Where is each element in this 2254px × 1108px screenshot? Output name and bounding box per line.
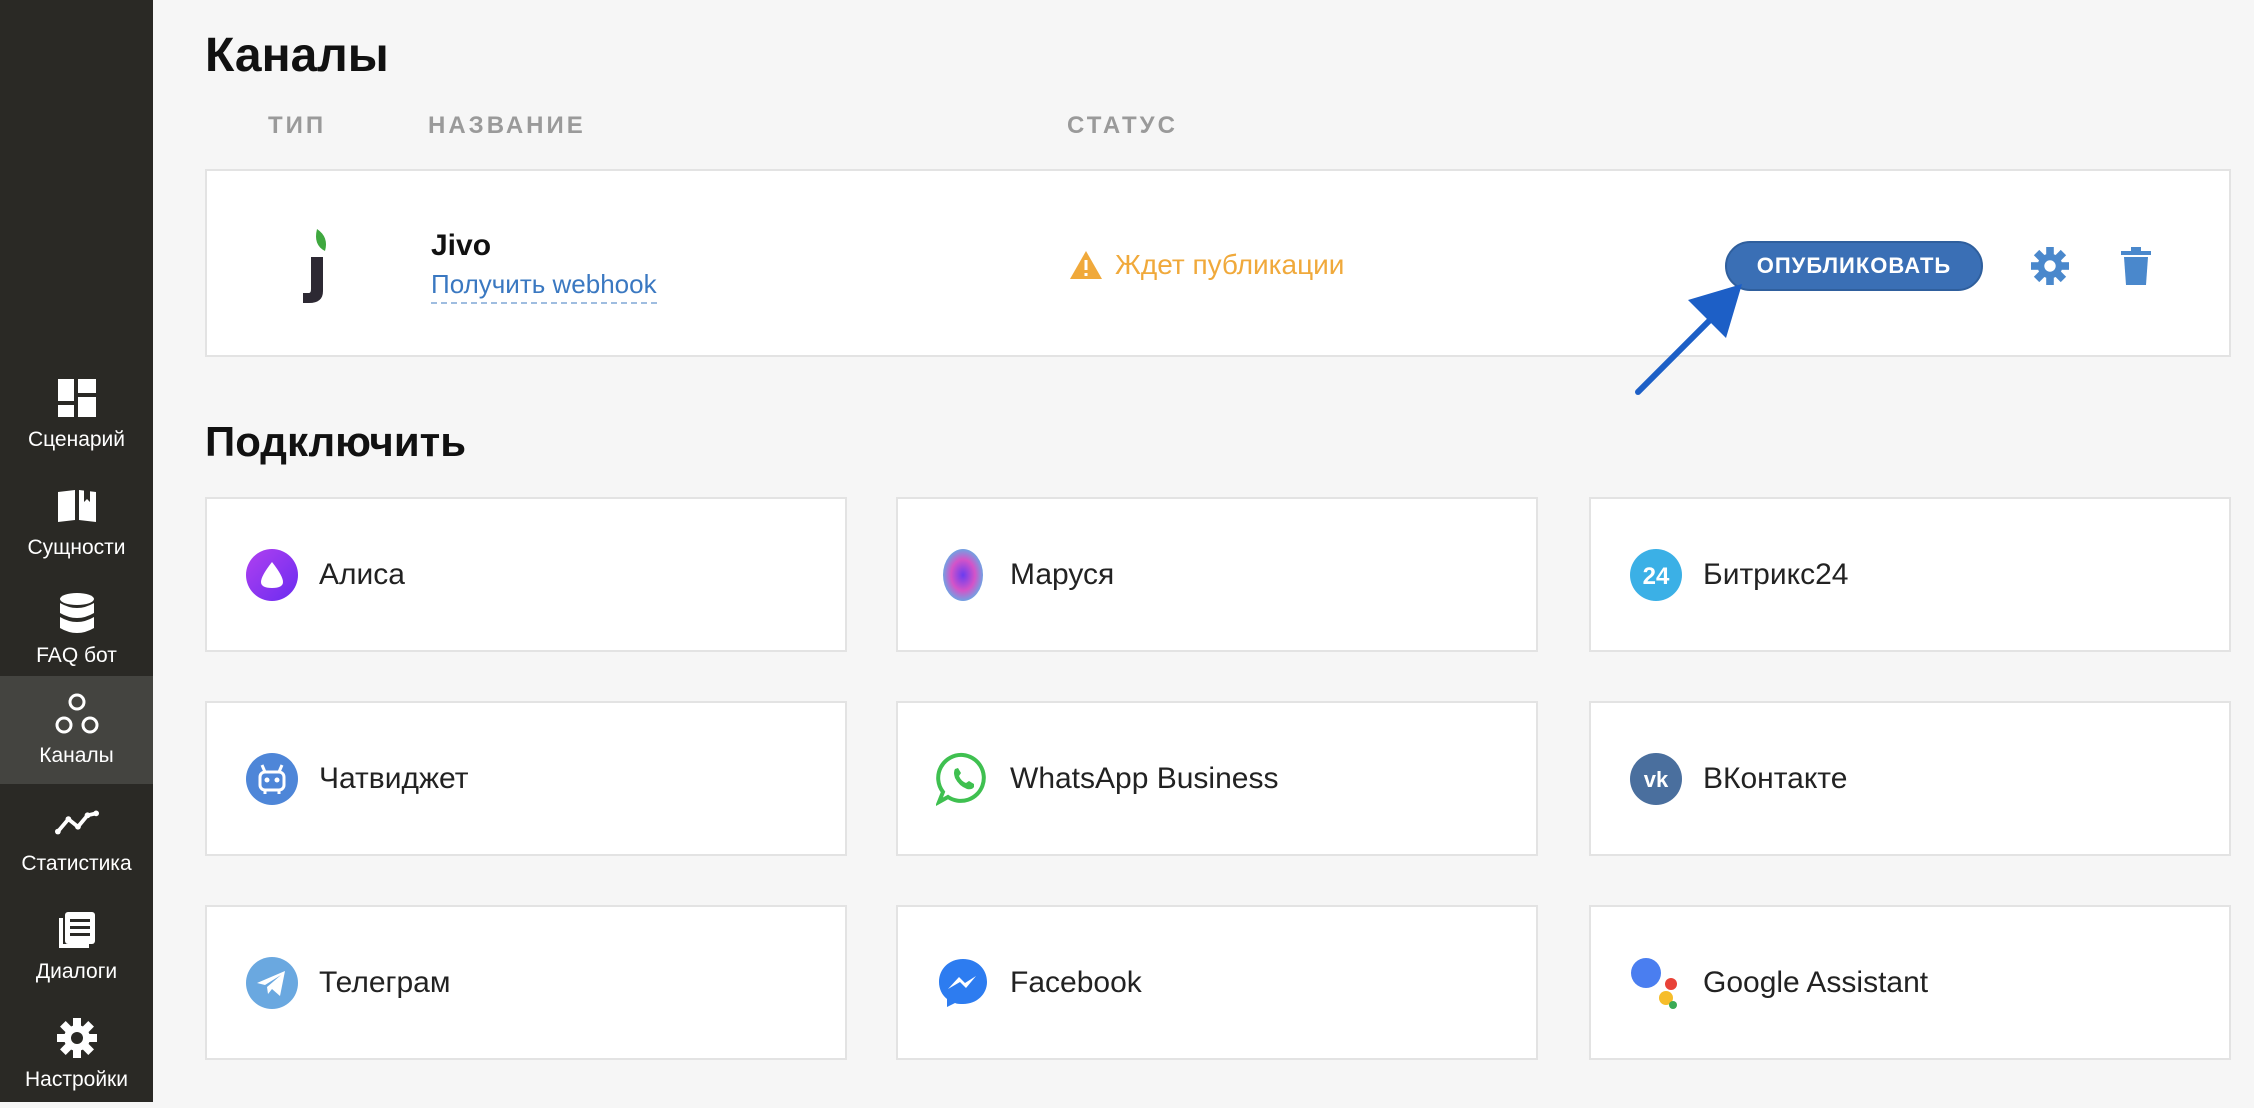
sidebar-item-entities[interactable]: Сущности	[0, 468, 153, 576]
card-label: Маруся	[1010, 557, 1115, 591]
publish-button[interactable]: ОПУБЛИКОВАТЬ	[1725, 241, 1983, 291]
page-title: Каналы	[205, 29, 389, 82]
sidebar-item-dialogs[interactable]: Диалоги	[0, 892, 153, 1000]
delete-trash-icon[interactable]	[2121, 247, 2151, 290]
card-label: WhatsApp Business	[1010, 761, 1279, 795]
channel-name: Jivo	[431, 229, 492, 262]
marusya-icon	[936, 548, 990, 602]
channel-status: Ждет публикации	[1069, 249, 1344, 281]
sidebar-item-label: Сценарий	[27, 428, 126, 451]
gear-icon	[55, 1016, 99, 1060]
book-icon	[55, 484, 99, 528]
chatwidget-icon	[245, 752, 299, 806]
sidebar-item-statistics[interactable]: Статистика	[0, 784, 153, 892]
connect-card-google-assistant[interactable]: Google Assistant	[1589, 905, 2231, 1060]
alice-icon	[245, 548, 299, 602]
card-label: Алиса	[319, 557, 405, 591]
card-label: Телеграм	[319, 965, 451, 999]
card-label: Google Assistant	[1703, 965, 1929, 999]
svg-text:vk: vk	[1644, 767, 1669, 792]
warning-icon	[1070, 251, 1102, 279]
sidebar-item-label: Настройки	[25, 1068, 128, 1091]
connect-card-bitrix24[interactable]: 24 Битрикс24	[1589, 497, 2231, 652]
sidebar: Сценарий Сущности FAQ бот Каналы Статист…	[0, 0, 153, 1102]
bitrix24-icon: 24	[1629, 548, 1683, 602]
sidebar-item-label: Диалоги	[35, 960, 118, 983]
sidebar-item-label: FAQ бот	[36, 644, 117, 667]
status-text: Ждет публикации	[1115, 249, 1345, 280]
annotation-arrow-icon	[1630, 280, 1760, 405]
channels-icon	[55, 692, 99, 736]
connect-card-telegram[interactable]: Телеграм	[205, 905, 847, 1060]
column-header-name: НАЗВАНИЕ	[428, 112, 586, 139]
dashboard-icon	[55, 376, 99, 420]
connect-card-chatwidget[interactable]: Чатвиджет	[205, 701, 847, 856]
dialogs-icon	[55, 908, 99, 952]
get-webhook-link[interactable]: Получить webhook	[431, 269, 657, 304]
channel-settings-gear-icon[interactable]	[2031, 247, 2069, 290]
connect-card-whatsapp[interactable]: WhatsApp Business	[896, 701, 1538, 856]
connect-card-marusya[interactable]: Маруся	[896, 497, 1538, 652]
connect-section-title: Подключить	[205, 418, 467, 465]
whatsapp-icon	[936, 752, 990, 806]
connect-card-facebook[interactable]: Facebook	[896, 905, 1538, 1060]
jivo-logo-icon	[295, 229, 341, 305]
sidebar-item-label: Каналы	[39, 744, 114, 767]
svg-text:24: 24	[1643, 563, 1670, 590]
sidebar-item-channels[interactable]: Каналы	[0, 676, 153, 784]
messenger-icon	[936, 956, 990, 1010]
sidebar-item-settings[interactable]: Настройки	[0, 1000, 153, 1108]
channel-row-jivo: Jivo Получить webhook Ждет публикации ОП…	[205, 169, 2231, 357]
sidebar-item-faq-bot[interactable]: FAQ бот	[0, 576, 153, 684]
database-icon	[55, 592, 99, 636]
card-label: ВКонтакте	[1703, 761, 1848, 795]
card-label: Facebook	[1010, 965, 1142, 999]
column-header-status: СТАТУС	[1067, 112, 1178, 139]
sidebar-item-label: Сущности	[27, 536, 126, 559]
google-assistant-icon	[1629, 956, 1683, 1010]
connect-card-alice[interactable]: Алиса	[205, 497, 847, 652]
telegram-icon	[245, 956, 299, 1010]
vk-icon: vk	[1629, 752, 1683, 806]
sidebar-item-label: Статистика	[21, 852, 132, 875]
card-label: Чатвиджет	[319, 761, 469, 795]
sidebar-item-scenario[interactable]: Сценарий	[0, 360, 153, 468]
column-header-type: ТИП	[268, 112, 327, 139]
card-label: Битрикс24	[1703, 557, 1849, 591]
connect-card-vk[interactable]: vk ВКонтакте	[1589, 701, 2231, 856]
chart-line-icon	[54, 800, 99, 844]
